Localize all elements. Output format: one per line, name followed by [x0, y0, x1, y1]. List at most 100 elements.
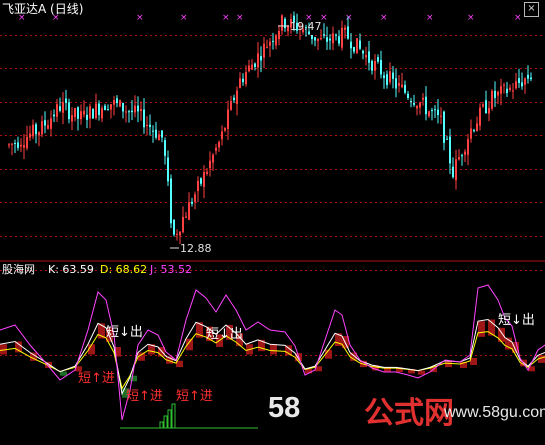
candle-body: [110, 104, 112, 110]
candle-body: [416, 106, 418, 109]
candle-body: [107, 109, 109, 111]
candle-body: [218, 141, 220, 148]
candle-body: [239, 78, 241, 88]
candle-body: [44, 120, 46, 126]
candle-body: [92, 109, 94, 119]
candle-body: [389, 71, 391, 83]
candle-body: [506, 88, 508, 94]
d-value: D: 68.62: [100, 263, 148, 276]
indicator-name: 股海网: [2, 263, 35, 276]
candle-body: [182, 216, 184, 233]
candle-body: [509, 87, 511, 91]
candle-body: [452, 166, 454, 178]
candle-body: [248, 65, 250, 72]
candle-body: [59, 106, 61, 111]
candle-body: [323, 34, 325, 36]
candle-body: [350, 41, 352, 49]
candle-body: [140, 108, 142, 112]
candle-body: [281, 15, 283, 31]
candle-body: [101, 108, 103, 119]
candle-body: [29, 133, 31, 138]
candle-body: [332, 33, 334, 44]
candle-body: [113, 100, 115, 105]
candle-body: [437, 109, 439, 115]
close-icon[interactable]: ×: [524, 2, 539, 17]
candle-body: [491, 90, 493, 109]
candle-body: [122, 102, 124, 112]
candle-body: [386, 74, 388, 85]
candlesticks: [8, 11, 532, 249]
candle-body: [488, 107, 490, 114]
candle-body: [230, 100, 232, 110]
candle-body: [341, 27, 343, 48]
top-marker: ×: [514, 13, 522, 23]
top-markers: × × × × × × × × × × × × ×: [18, 13, 522, 23]
candle-body: [89, 106, 91, 119]
candle-body: [128, 111, 130, 113]
candle-body: [197, 180, 199, 192]
candle-body: [353, 47, 355, 52]
signal-labels: 短↓出 短↓出短↑进短↑进 短↑进短↓出: [78, 313, 535, 404]
candle-body: [215, 147, 217, 151]
grid-lines: [0, 35, 545, 356]
candle-body: [392, 72, 394, 79]
watermark-number: 58: [268, 392, 301, 424]
candle-body: [326, 37, 328, 42]
candle-body: [41, 121, 43, 135]
candle-body: [149, 124, 151, 127]
candle-body: [425, 96, 427, 115]
candle-body: [401, 84, 403, 87]
candle-body: [347, 26, 349, 39]
candle-body: [527, 74, 529, 79]
candle-body: [227, 109, 229, 130]
candle-body: [83, 110, 85, 115]
candle-body: [275, 35, 277, 46]
chart-title: 飞亚达A (日线): [2, 2, 84, 16]
candle-body: [329, 38, 331, 41]
candle-body: [365, 55, 367, 58]
watermark-url: www.58gu.com: [444, 404, 545, 421]
candle-body: [119, 100, 121, 107]
indicator-bar: [418, 370, 425, 375]
high-price-label: 19.47: [290, 20, 322, 33]
candle-body: [11, 143, 13, 145]
candle-body: [377, 57, 379, 62]
candle-body: [278, 31, 280, 40]
candle-body: [26, 136, 28, 149]
candle-body: [98, 103, 100, 115]
candle-body: [383, 75, 385, 78]
candle-body: [314, 37, 316, 41]
candle-body: [200, 178, 202, 184]
candle-body: [209, 160, 211, 169]
top-marker: ×: [345, 13, 353, 23]
candle-body: [407, 93, 409, 98]
top-marker: ×: [236, 13, 244, 23]
top-marker: ×: [467, 13, 475, 23]
candle-body: [479, 107, 481, 126]
chart-canvas: × × × × × × × × × × × × × 19.47 12.88 短↓出 短↓出短↑进短↑进 短↑…: [0, 11, 545, 429]
candle-body: [359, 40, 361, 49]
candle-body: [152, 130, 154, 132]
candle-body: [170, 178, 172, 224]
sell-signal-label: 短↓出: [206, 327, 243, 342]
candle-body: [272, 40, 274, 42]
candle-body: [428, 111, 430, 117]
candle-body: [164, 140, 166, 156]
candle-body: [23, 145, 25, 148]
candle-body: [251, 64, 253, 70]
candle-body: [419, 102, 421, 108]
candle-body: [344, 27, 346, 30]
candle-body: [80, 111, 82, 120]
indicator-bar: [60, 371, 67, 376]
candle-body: [77, 107, 79, 119]
candle-body: [461, 155, 463, 157]
watermark-text: 公式网: [364, 396, 454, 431]
candle-body: [155, 129, 157, 138]
candle-body: [50, 118, 52, 129]
candle-body: [206, 171, 208, 174]
candle-body: [71, 115, 73, 122]
sell-signal-label: 短↓出: [106, 325, 143, 340]
candle-body: [320, 38, 322, 40]
candle-body: [8, 144, 10, 146]
volume-step-bar: [167, 409, 172, 429]
